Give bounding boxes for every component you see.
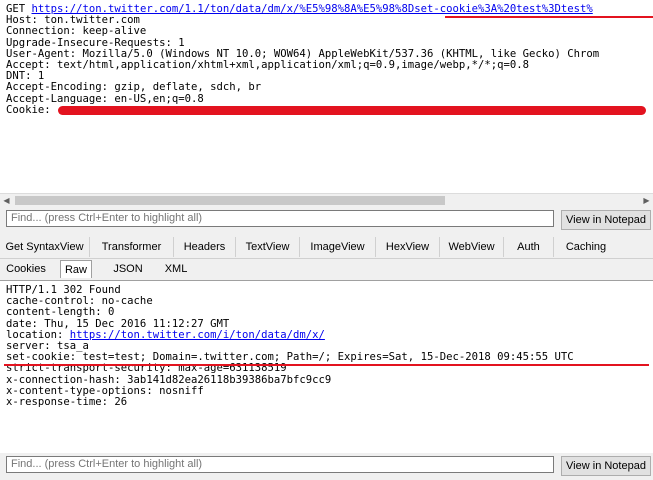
subtab-label: XML — [164, 263, 188, 275]
request-pane[interactable]: GET https://ton.twitter.com/1.1/ton/data… — [0, 0, 653, 193]
text-line: Accept-Language: en-US,en;q=0.8 — [6, 92, 204, 105]
subtab-label: JSON — [113, 263, 143, 275]
tab-caching[interactable]: Caching — [554, 237, 618, 257]
url-underline-highlight — [445, 16, 653, 18]
subtab-label: Cookies — [6, 263, 46, 275]
request-find-bar: View in Notepad — [0, 207, 653, 231]
tab-label: ImageView — [310, 241, 365, 253]
response-find-input[interactable] — [6, 456, 554, 473]
tab-hexview[interactable]: HexView — [376, 237, 440, 257]
request-raw-text[interactable]: GET https://ton.twitter.com/1.1/ton/data… — [6, 4, 653, 190]
response-pane[interactable]: HTTP/1.1 302 Found cache-control: no-cach… — [0, 280, 653, 453]
tab-headers[interactable]: Headers — [174, 237, 236, 257]
response-subtab-strip: Cookies Raw JSON XML — [0, 260, 653, 280]
scrollbar-thumb[interactable] — [15, 196, 445, 205]
tab-label: Headers — [183, 241, 226, 253]
tab-label: WebView — [448, 241, 495, 253]
tab-label: Get SyntaxView — [5, 241, 84, 253]
cookie-redaction — [58, 106, 646, 115]
text-line: content-length: 0 — [6, 306, 115, 319]
set-cookie-underline-highlight — [4, 364, 649, 366]
tab-transformer[interactable]: Transformer — [90, 237, 174, 257]
text-line: Connection: keep-alive — [6, 25, 147, 38]
text-line: location: https://ton.twitter.com/i/ton/… — [6, 328, 653, 341]
tab-webview[interactable]: WebView — [440, 237, 504, 257]
left-arrow-icon[interactable]: ◀ — [0, 194, 13, 207]
tab-label: Auth — [517, 241, 540, 253]
tab-auth[interactable]: Auth — [504, 237, 554, 257]
subtab-raw[interactable]: Raw — [60, 260, 92, 278]
text-line: x-response-time: 26 — [6, 395, 128, 408]
tab-get-syntaxview[interactable]: Get SyntaxView — [0, 237, 90, 257]
request-view-in-notepad-button[interactable]: View in Notepad — [561, 210, 651, 230]
response-tab-strip: Get SyntaxView Transformer Headers TextV… — [0, 237, 653, 259]
line-prefix: location: — [6, 328, 70, 341]
text-line: Accept-Encoding: gzip, deflate, sdch, br — [6, 81, 262, 94]
subtab-label: Raw — [64, 264, 87, 276]
subtab-json[interactable]: JSON — [110, 260, 146, 278]
tab-label: TextView — [245, 241, 290, 253]
tab-imageview[interactable]: ImageView — [300, 237, 376, 257]
subtab-xml[interactable]: XML — [158, 260, 194, 278]
text-line: Accept: text/html,application/xhtml+xml,… — [6, 58, 529, 71]
right-arrow-icon[interactable]: ▶ — [640, 194, 653, 207]
tab-textview[interactable]: TextView — [236, 237, 300, 257]
pane-splitter[interactable] — [0, 231, 653, 235]
tab-label: Transformer — [101, 241, 162, 253]
text-line: x-connection-hash: 3ab141d82ea26118b3938… — [6, 373, 332, 386]
subtab-cookies[interactable]: Cookies — [2, 260, 50, 278]
response-view-in-notepad-button[interactable]: View in Notepad — [561, 456, 651, 476]
response-find-bar: View in Notepad — [0, 453, 653, 477]
url-link[interactable]: https://ton.twitter.com/i/ton/data/dm/x/ — [70, 329, 325, 341]
tab-label: Caching — [565, 241, 607, 253]
request-horizontal-scrollbar[interactable]: ◀ ▶ — [0, 193, 653, 207]
request-find-input[interactable] — [6, 210, 554, 227]
tab-label: HexView — [385, 241, 430, 253]
